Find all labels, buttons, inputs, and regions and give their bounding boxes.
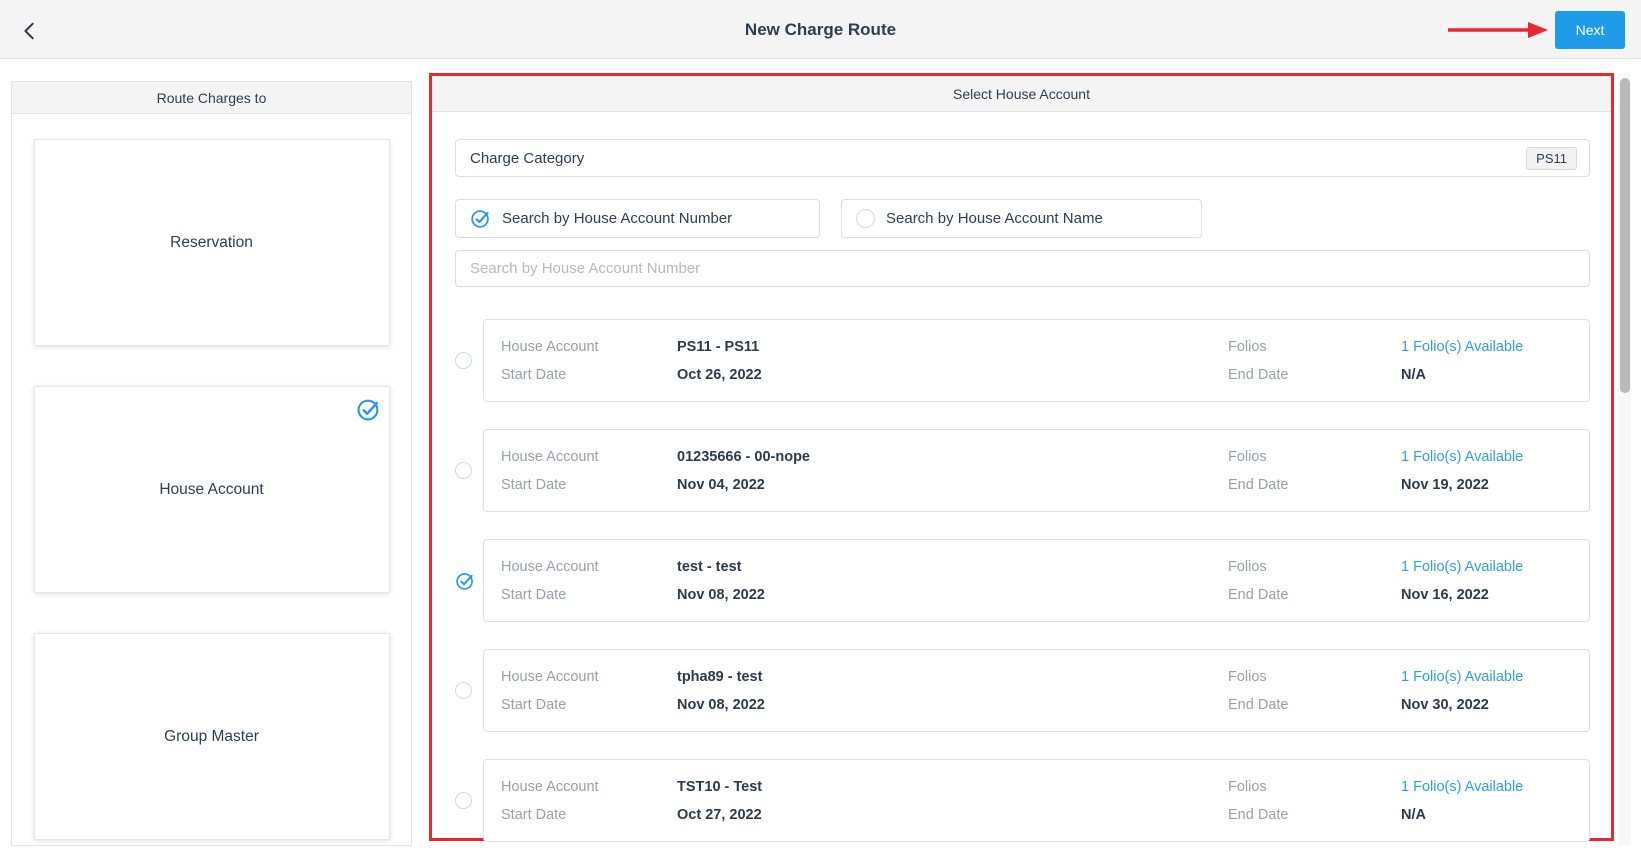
end-date-label: End Date (1228, 587, 1401, 603)
check-circle-icon[interactable] (455, 571, 475, 591)
end-date-value: N/A (1401, 367, 1589, 383)
folios-link[interactable]: 1 Folio(s) Available (1401, 669, 1589, 685)
route-card-house-account[interactable]: House Account (34, 386, 390, 593)
page-title: New Charge Route (0, 0, 1641, 59)
end-date-value: Nov 30, 2022 (1401, 697, 1589, 713)
house-account-card[interactable]: House Account test - test Folios 1 Folio… (483, 539, 1590, 622)
folios-label: Folios (1228, 339, 1401, 355)
house-account-value: 01235666 - 00-nope (677, 449, 1228, 465)
route-panel-header: Route Charges to (12, 82, 411, 114)
radio-unselected-icon (856, 209, 875, 228)
folios-label: Folios (1228, 449, 1401, 465)
start-date-value: Nov 08, 2022 (677, 587, 1228, 603)
house-account-card[interactable]: House Account TST10 - Test Folios 1 Foli… (483, 759, 1590, 842)
row-radio-icon[interactable] (455, 792, 472, 809)
folios-label: Folios (1228, 559, 1401, 575)
route-cards: Reservation House Account Group Master (12, 114, 411, 840)
house-account-row: House Account PS11 - PS11 Folios 1 Folio… (455, 319, 1590, 402)
house-account-card[interactable]: House Account 01235666 - 00-nope Folios … (483, 429, 1590, 512)
house-account-card[interactable]: House Account tpha89 - test Folios 1 Fol… (483, 649, 1590, 732)
check-circle-icon (356, 397, 381, 422)
start-date-label: Start Date (501, 697, 677, 713)
house-account-row: House Account tpha89 - test Folios 1 Fol… (455, 649, 1590, 732)
row-radio-icon[interactable] (455, 682, 472, 699)
end-date-label: End Date (1228, 367, 1401, 383)
folios-link[interactable]: 1 Folio(s) Available (1401, 559, 1589, 575)
house-account-label: House Account (501, 559, 677, 575)
start-date-label: Start Date (501, 587, 677, 603)
house-account-row: House Account 01235666 - 00-nope Folios … (455, 429, 1590, 512)
folios-label: Folios (1228, 669, 1401, 685)
end-date-label: End Date (1228, 697, 1401, 713)
start-date-label: Start Date (501, 367, 677, 383)
end-date-label: End Date (1228, 807, 1401, 823)
select-house-account-panel: Select House Account Charge Category PS1… (429, 73, 1614, 841)
house-account-value: test - test (677, 559, 1228, 575)
start-date-label: Start Date (501, 477, 677, 493)
top-bar: New Charge Route Next (0, 0, 1641, 59)
row-radio-icon[interactable] (455, 462, 472, 479)
house-account-list: House Account PS11 - PS11 Folios 1 Folio… (455, 319, 1590, 842)
route-card-label: Group Master (164, 728, 259, 746)
account-panel-header: Select House Account (432, 76, 1611, 112)
folios-link[interactable]: 1 Folio(s) Available (1401, 449, 1589, 465)
end-date-label: End Date (1228, 477, 1401, 493)
search-mode-label: Search by House Account Name (886, 210, 1103, 227)
charge-category-chip: PS11 (1526, 147, 1577, 170)
house-account-value: PS11 - PS11 (677, 339, 1228, 355)
house-account-value: TST10 - Test (677, 779, 1228, 795)
route-card-label: House Account (159, 481, 263, 499)
start-date-label: Start Date (501, 807, 677, 823)
next-button[interactable]: Next (1555, 11, 1625, 49)
house-account-row-selected: House Account test - test Folios 1 Folio… (455, 539, 1590, 622)
search-mode-row: Search by House Account Number Search by… (455, 199, 1590, 238)
folios-link[interactable]: 1 Folio(s) Available (1401, 339, 1589, 355)
house-account-row: House Account TST10 - Test Folios 1 Foli… (455, 759, 1590, 842)
house-account-label: House Account (501, 669, 677, 685)
check-circle-icon (470, 208, 491, 229)
annotation-arrow-icon (1446, 20, 1548, 40)
scrollbar-thumb[interactable] (1620, 78, 1630, 393)
route-card-group-master[interactable]: Group Master (34, 633, 390, 840)
folios-link[interactable]: 1 Folio(s) Available (1401, 779, 1589, 795)
charge-category-label: Charge Category (470, 150, 1526, 167)
search-by-number-option[interactable]: Search by House Account Number (455, 199, 820, 238)
end-date-value: Nov 19, 2022 (1401, 477, 1589, 493)
house-account-label: House Account (501, 339, 677, 355)
end-date-value: Nov 16, 2022 (1401, 587, 1589, 603)
row-radio-icon[interactable] (455, 352, 472, 369)
house-account-value: tpha89 - test (677, 669, 1228, 685)
start-date-value: Nov 04, 2022 (677, 477, 1228, 493)
start-date-value: Nov 08, 2022 (677, 697, 1228, 713)
charge-category-field[interactable]: Charge Category PS11 (455, 139, 1590, 177)
house-account-card[interactable]: House Account PS11 - PS11 Folios 1 Folio… (483, 319, 1590, 402)
end-date-value: N/A (1401, 807, 1589, 823)
house-account-label: House Account (501, 779, 677, 795)
route-charges-panel: Route Charges to Reservation House Accou… (11, 81, 412, 846)
search-mode-label: Search by House Account Number (502, 210, 732, 227)
search-by-name-option[interactable]: Search by House Account Name (841, 199, 1202, 238)
route-card-reservation[interactable]: Reservation (34, 139, 390, 346)
folios-label: Folios (1228, 779, 1401, 795)
house-account-label: House Account (501, 449, 677, 465)
start-date-value: Oct 27, 2022 (677, 807, 1228, 823)
route-card-label: Reservation (170, 234, 253, 252)
start-date-value: Oct 26, 2022 (677, 367, 1228, 383)
search-input[interactable] (455, 250, 1590, 287)
account-panel-body: Charge Category PS11 Search by House Acc… (432, 112, 1611, 842)
